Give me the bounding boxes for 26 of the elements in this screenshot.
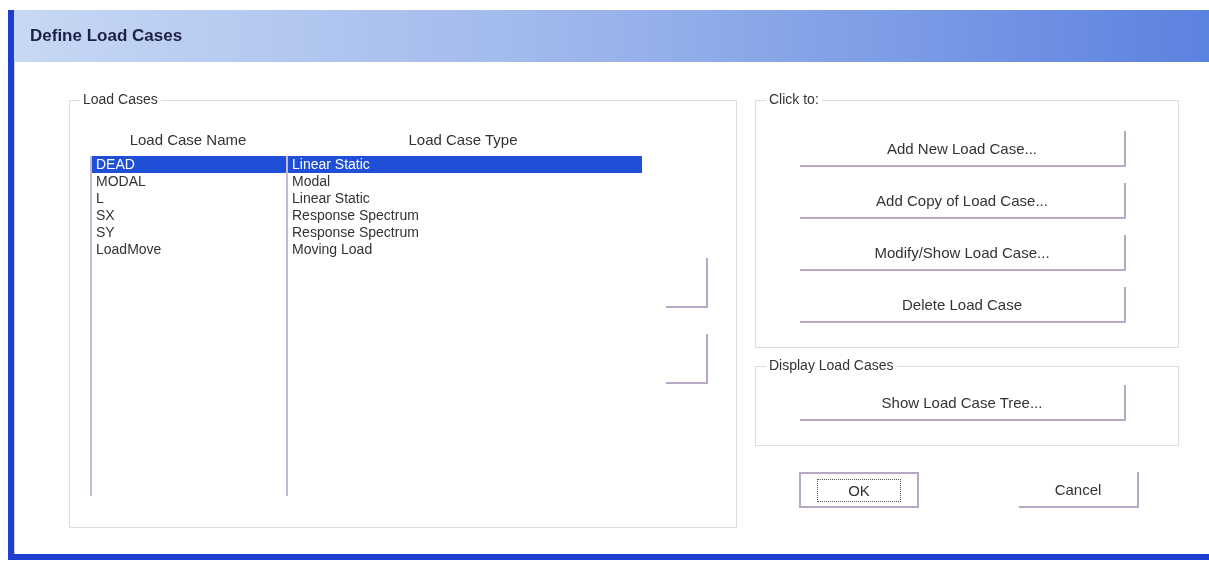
load-case-name[interactable]: LoadMove xyxy=(92,241,286,258)
column-header: Load Case Type xyxy=(407,131,519,148)
show-tree-button[interactable]: Show Load Case Tree... xyxy=(800,385,1126,421)
action-button[interactable]: Add New Load Case... xyxy=(800,131,1126,167)
load-case-name[interactable]: DEAD xyxy=(92,156,286,173)
group-title: Load Cases xyxy=(80,91,161,107)
action-button[interactable]: Modify/Show Load Case... xyxy=(800,235,1126,271)
load-case-type[interactable]: Moving Load xyxy=(288,241,642,258)
load-case-type[interactable]: Response Spectrum xyxy=(288,207,642,224)
cancel-button[interactable]: Cancel xyxy=(1019,472,1139,508)
load-case-name[interactable]: MODAL xyxy=(92,173,286,190)
load-case-type[interactable]: Linear Static xyxy=(288,156,642,173)
load-case-type[interactable]: Response Spectrum xyxy=(288,224,642,241)
group-title: Display Load Cases xyxy=(766,357,897,373)
load-case-list[interactable]: DEAD MODAL L SX SY LoadMove Linear Static Modal Linear Static Response Spectrum Response Spectrum Moving Load xyxy=(90,156,642,496)
load-case-name[interactable]: SY xyxy=(92,224,286,241)
group-title: Click to: xyxy=(766,91,822,107)
load-case-type[interactable]: Linear Static xyxy=(288,190,642,207)
load-case-name[interactable]: SX xyxy=(92,207,286,224)
load-case-type[interactable]: Modal xyxy=(288,173,642,190)
action-button[interactable]: Delete Load Case xyxy=(800,287,1126,323)
action-button[interactable]: Add Copy of Load Case... xyxy=(800,183,1126,219)
column-header: Load Case Name xyxy=(128,131,248,148)
load-case-name[interactable]: L xyxy=(92,190,286,207)
window-title: Define Load Cases xyxy=(30,26,183,46)
ok-button[interactable]: OK xyxy=(799,472,919,508)
